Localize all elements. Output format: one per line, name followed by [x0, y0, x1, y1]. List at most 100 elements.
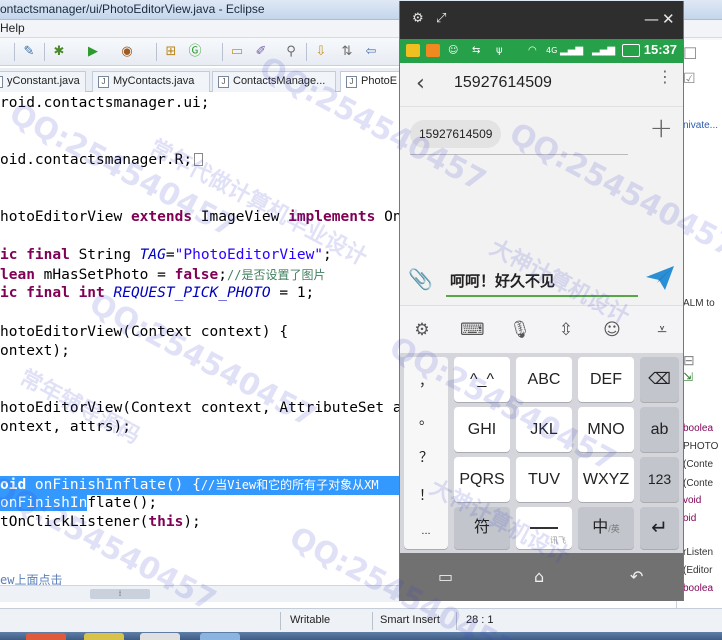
comment: //是否设置了图片 [227, 268, 326, 282]
code-text: hotoEditorView(Context context) { [0, 324, 289, 340]
code-line: ic final String TAG="PhotoEditorView"; [0, 247, 332, 266]
add-recipient-icon[interactable]: + [650, 111, 673, 144]
keyboard-toolbar: ⚙ ⌨ 🎙 ⇳ ☺ ⩡ [400, 305, 683, 353]
key-abc[interactable]: ABC [516, 357, 572, 402]
close-icon[interactable]: ✕ [662, 10, 675, 28]
back-arrow-icon[interactable]: ‹ [416, 71, 425, 96]
punct-key[interactable]: ！ [404, 485, 448, 505]
taskbar-app-icon[interactable] [140, 633, 180, 640]
panel-text: rListen [683, 547, 714, 558]
punct-key[interactable]: ， [404, 371, 448, 391]
code-text: String [69, 247, 140, 263]
fullscreen-icon[interactable]: ⤢ [436, 10, 446, 28]
punctuation-column[interactable]: ， 。 ？ ！ ... [404, 357, 448, 549]
keyword: ic final [0, 247, 70, 263]
keyword: this [148, 514, 184, 530]
tab-mycontacts[interactable]: J MyContacts.java [92, 71, 210, 92]
key-tuv[interactable]: TUV [516, 457, 572, 502]
home-icon[interactable]: ⌂ [534, 567, 544, 586]
back-icon[interactable]: ↶ [630, 567, 643, 586]
folded-marker[interactable] [194, 153, 204, 166]
tab-label: MyContacts.java [113, 75, 195, 87]
more-options-icon[interactable]: ⋮ [657, 69, 673, 85]
punct-key[interactable]: ... [404, 525, 448, 537]
skip-breakpoints-icon[interactable]: ✎ [20, 43, 38, 61]
tab-contactsmanager[interactable]: J ContactsManage... [212, 71, 336, 92]
status-divider [456, 612, 457, 630]
code-text: ontext, attrs); [0, 419, 131, 435]
tab-myconstant[interactable]: JyConstant.java [0, 71, 86, 92]
recipient-underline [410, 154, 628, 155]
comment: //当View和它的所有子对象从XM [200, 478, 379, 492]
run-icon[interactable]: ▶ [84, 43, 102, 61]
new-java-project-icon[interactable]: ⊞ [162, 43, 180, 61]
taskbar-app-icon[interactable] [200, 633, 240, 640]
panel-filter-icon[interactable]: ⇲ [683, 370, 693, 384]
english-mode-key[interactable]: ab [640, 407, 679, 452]
taskbar-app-icon[interactable] [84, 633, 124, 640]
external-tools-icon[interactable]: ◉ [118, 43, 136, 61]
keyword: ic final int [0, 285, 105, 301]
taskbar-app-icon[interactable] [26, 633, 66, 640]
settings-gear-icon[interactable]: ⚙ [412, 10, 424, 28]
enter-key[interactable]: ↵ [640, 507, 679, 549]
key-jkl[interactable]: JKL [516, 407, 572, 452]
toolbar-separator [306, 43, 307, 61]
recent-apps-icon[interactable]: ▭ [438, 567, 453, 586]
cursor-move-icon[interactable]: ⇳ [554, 320, 578, 340]
debug-icon[interactable]: ✱ [50, 43, 68, 61]
punct-key[interactable]: ？ [404, 447, 448, 467]
code-editor[interactable]: roid.contactsmanager.ui; oid.contactsman… [0, 93, 428, 587]
key-emoticon[interactable]: ^_^ [454, 357, 510, 402]
punct-key[interactable]: 。 [404, 409, 448, 429]
key-mno[interactable]: MNO [578, 407, 634, 452]
keyboard-settings-icon[interactable]: ⚙ [410, 320, 434, 340]
toolbar-separator [156, 43, 157, 61]
annotation-icon[interactable]: ⇩ [312, 43, 330, 61]
status-bar: Writable Smart Insert 28 : 1 [0, 608, 722, 632]
key-ghi[interactable]: GHI [454, 407, 510, 452]
keyboard: ， 。 ？ ！ ... ^_^ ABC DEF ⌫ GHI JKL MNO ab… [400, 353, 683, 553]
attach-icon[interactable]: 📎 [408, 267, 433, 291]
number-mode-key[interactable]: 123 [640, 457, 679, 502]
key-wxyz[interactable]: WXYZ [578, 457, 634, 502]
symbol-key[interactable]: 符 [454, 507, 510, 549]
language-switch-key[interactable]: 中/英 [578, 507, 634, 549]
open-type-icon[interactable]: ✐ [252, 43, 270, 61]
code-line: oid.contactsmanager.R; [0, 152, 204, 171]
scrollbar-thumb[interactable]: ⁞ [90, 589, 150, 599]
minimize-icon[interactable]: — [644, 10, 659, 28]
space-key[interactable]: 讯飞 [516, 507, 572, 549]
key-pqrs[interactable]: PQRS [454, 457, 510, 502]
code-line: lean mHasSetPhoto = false;//是否设置了图片 [0, 266, 325, 285]
message-input[interactable]: 呵呵！好久不见 [450, 270, 555, 291]
hide-keyboard-icon[interactable]: ⩡ [650, 320, 674, 340]
toolbar-separator [14, 43, 15, 61]
new-class-icon[interactable]: Ⓖ [186, 43, 204, 61]
constant: REQUEST_PICK_PHOTO [113, 285, 271, 301]
emoji-icon[interactable]: ☺ [600, 320, 624, 340]
status-divider [372, 612, 373, 630]
constant: TAG [139, 247, 166, 263]
code-text: = [165, 247, 175, 263]
code-text: oid.contactsmanager.R; [0, 152, 193, 168]
java-file-icon: J [346, 76, 357, 88]
backspace-key[interactable]: ⌫ [640, 357, 679, 402]
keyword: lean [0, 267, 35, 283]
code-text: tOnClickListener( [0, 514, 149, 530]
search-icon[interactable]: ⚲ [282, 43, 300, 61]
menu-help[interactable]: Help [0, 21, 25, 35]
microphone-icon[interactable]: 🎙 [508, 320, 532, 340]
keyboard-layout-icon[interactable]: ⌨ [460, 320, 485, 340]
next-annotation-icon[interactable]: ⇅ [338, 43, 356, 61]
open-folder-icon[interactable]: ▭ [228, 43, 246, 61]
horizontal-scrollbar[interactable]: ⁞ [0, 585, 400, 602]
key-def[interactable]: DEF [578, 357, 634, 402]
send-icon[interactable] [645, 265, 675, 291]
recipient-chip[interactable]: 15927614509 [410, 120, 502, 148]
back-nav-icon[interactable]: ⇦ [362, 43, 380, 61]
keyword: implements [288, 209, 376, 225]
keyword: oid [0, 477, 27, 493]
conversation-app-bar: ‹ 15927614509 ⋮ [400, 63, 683, 107]
panel-collapse-icon[interactable]: ⊟ [683, 352, 695, 369]
